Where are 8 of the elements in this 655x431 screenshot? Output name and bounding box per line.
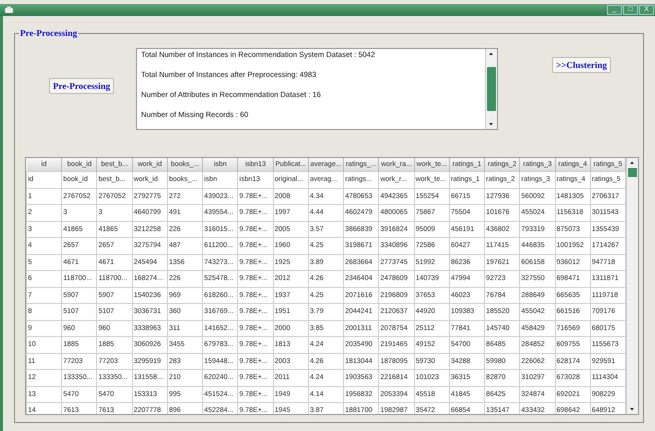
scroll-thumb[interactable] bbox=[487, 67, 496, 111]
table-scrollbar[interactable] bbox=[626, 158, 638, 414]
scrollbar[interactable] bbox=[485, 49, 498, 129]
clustering-button[interactable]: >>Clustering bbox=[552, 57, 611, 73]
pre-processing-button[interactable]: Pre-Processing bbox=[49, 78, 114, 94]
scroll-thumb[interactable] bbox=[628, 168, 637, 177]
group-title: Pre-Processing bbox=[19, 28, 78, 38]
window-icon bbox=[4, 6, 14, 14]
